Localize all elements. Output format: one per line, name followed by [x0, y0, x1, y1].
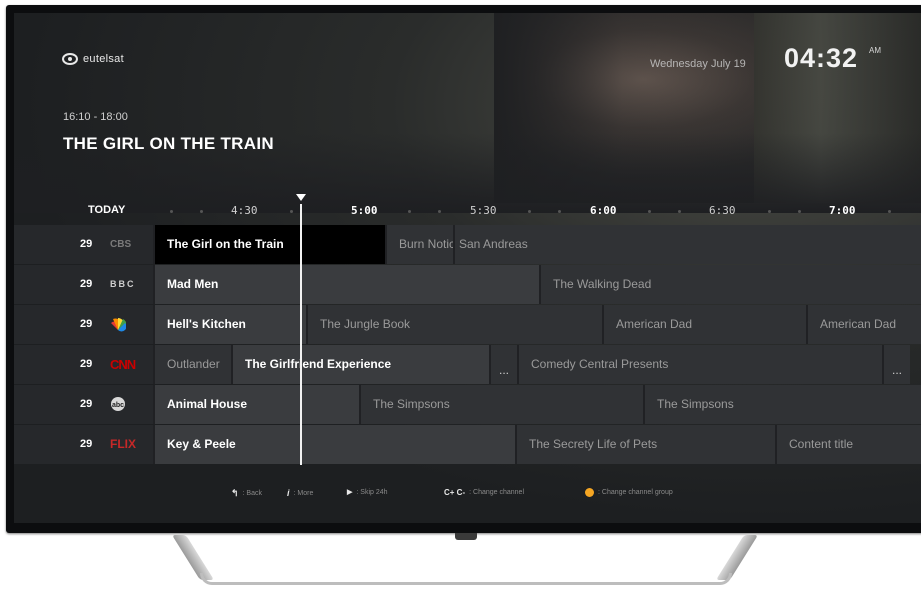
hint-change-channel: C+ C- : Change channel — [444, 488, 525, 497]
channel-row: 29 CNN Outlander The Girlfriend Experien… — [14, 345, 921, 384]
info-icon: i — [287, 488, 290, 498]
program-cell[interactable]: Key & Peele — [153, 425, 515, 464]
time-slot: 7:00 — [829, 204, 856, 217]
channel-row: 29 CBS The Girl on the Train Burn Notice… — [14, 225, 921, 264]
program-title: THE GIRL ON THE TRAIN — [63, 134, 274, 153]
time-slot: 5:30 — [470, 204, 497, 217]
channel-row: 29 Hell's Kitchen The Jungle Book Americ… — [14, 305, 921, 344]
program-cell[interactable]: Outlander — [153, 345, 231, 384]
channel-icon: C+ C- — [444, 488, 466, 497]
channel-cell[interactable]: 29 CBS — [14, 225, 153, 264]
program-cell[interactable]: The Simpsons — [643, 385, 921, 424]
hint-skip: ▶ : Skip 24h — [347, 488, 388, 497]
svg-text:abc: abc — [112, 402, 124, 409]
channel-number: 29 — [80, 318, 93, 330]
nbc-peacock-icon — [111, 318, 126, 332]
key-hints-bar: ↰ : Back i : More ▶ : Skip 24h C+ C- : C… — [14, 485, 921, 505]
channel-row: 29 abc Animal House The Simpsons The Sim… — [14, 385, 921, 424]
channel-number: 29 — [80, 238, 93, 250]
channel-number: 29 — [80, 438, 93, 450]
channel-number: 29 — [80, 278, 93, 290]
brand-logo: eutelsat — [62, 53, 124, 65]
channel-number: 29 — [80, 358, 93, 370]
program-cell[interactable]: Animal House — [153, 385, 359, 424]
program-cell[interactable]: Comedy Central Presents — [517, 345, 882, 384]
cbs-logo-icon: CBS — [110, 238, 132, 250]
channel-cell[interactable]: 29 BBC — [14, 265, 153, 304]
program-cell[interactable]: The Secrety Life of Pets — [515, 425, 775, 464]
more-button[interactable]: ... — [489, 345, 517, 384]
channel-cell[interactable]: 29 abc — [14, 385, 153, 424]
channel-number: 29 — [80, 398, 93, 410]
program-cell[interactable]: The Walking Dead — [539, 265, 921, 304]
bbc-logo-icon: BBC — [110, 279, 136, 289]
time-slot: 6:30 — [709, 204, 736, 217]
program-cell[interactable]: The Simpsons — [359, 385, 643, 424]
hint-back: ↰ : Back — [231, 488, 262, 498]
program-cell[interactable]: The Girl on the Train — [153, 225, 385, 264]
current-time: 04:32 — [784, 43, 859, 73]
channel-row: 29 BBC Mad Men The Walking Dead — [14, 265, 921, 304]
more-button[interactable]: ... — [882, 345, 910, 384]
time-slot: 6:00 — [590, 204, 617, 217]
now-indicator-head — [296, 194, 306, 201]
program-cell[interactable]: Burn Notice — [385, 225, 453, 264]
cnn-logo-icon: CNN — [110, 356, 136, 372]
brand-name: eutelsat — [83, 53, 124, 65]
tv-power-button — [455, 533, 477, 540]
today-label: TODAY — [88, 204, 126, 216]
hint-change-group: : Change channel group — [585, 488, 673, 497]
channel-row: 29 FLIX Key & Peele The Secrety Life of … — [14, 425, 921, 464]
program-cell[interactable]: Hell's Kitchen — [153, 305, 306, 344]
now-indicator-line — [300, 204, 302, 465]
program-cell[interactable]: Mad Men — [153, 265, 539, 304]
skip-icon: ▶ — [347, 489, 353, 496]
epg-grid: 29 CBS The Girl on the Train Burn Notice… — [14, 225, 921, 465]
back-arrow-icon: ↰ — [231, 488, 239, 498]
hint-more: i : More — [287, 488, 314, 498]
program-cell[interactable]: American Dad — [602, 305, 806, 344]
program-cell[interactable]: San Andreas — [453, 225, 921, 264]
current-date: Wednesday July 19 — [650, 58, 746, 70]
eutelsat-logo-icon — [62, 53, 78, 65]
tv-stand-base — [200, 573, 732, 585]
program-cell[interactable]: The Jungle Book — [306, 305, 602, 344]
time-slot: 5:00 — [351, 204, 378, 217]
channel-cell[interactable]: 29 CNN — [14, 345, 153, 384]
time-slot: 4:30 — [231, 204, 258, 217]
program-cell[interactable]: The Girlfriend Experience — [231, 345, 489, 384]
ampm-label: AM — [869, 46, 881, 55]
timeline: TODAY 4:30 5:00 5:30 6:00 6:30 7:00 — [14, 198, 921, 224]
program-cell[interactable]: Content title — [775, 425, 921, 464]
channel-cell[interactable]: 29 — [14, 305, 153, 344]
program-time-range: 16:10 - 18:00 — [63, 111, 128, 123]
channel-cell[interactable]: 29 FLIX — [14, 425, 153, 464]
yellow-button-icon — [585, 488, 594, 497]
tv-screen: eutelsat Wednesday July 19 04:32 AM 16:1… — [14, 13, 921, 523]
flix-logo-icon: FLIX — [110, 437, 136, 451]
program-cell[interactable]: American Dad — [806, 305, 921, 344]
abc-logo-icon: abc — [111, 397, 125, 411]
